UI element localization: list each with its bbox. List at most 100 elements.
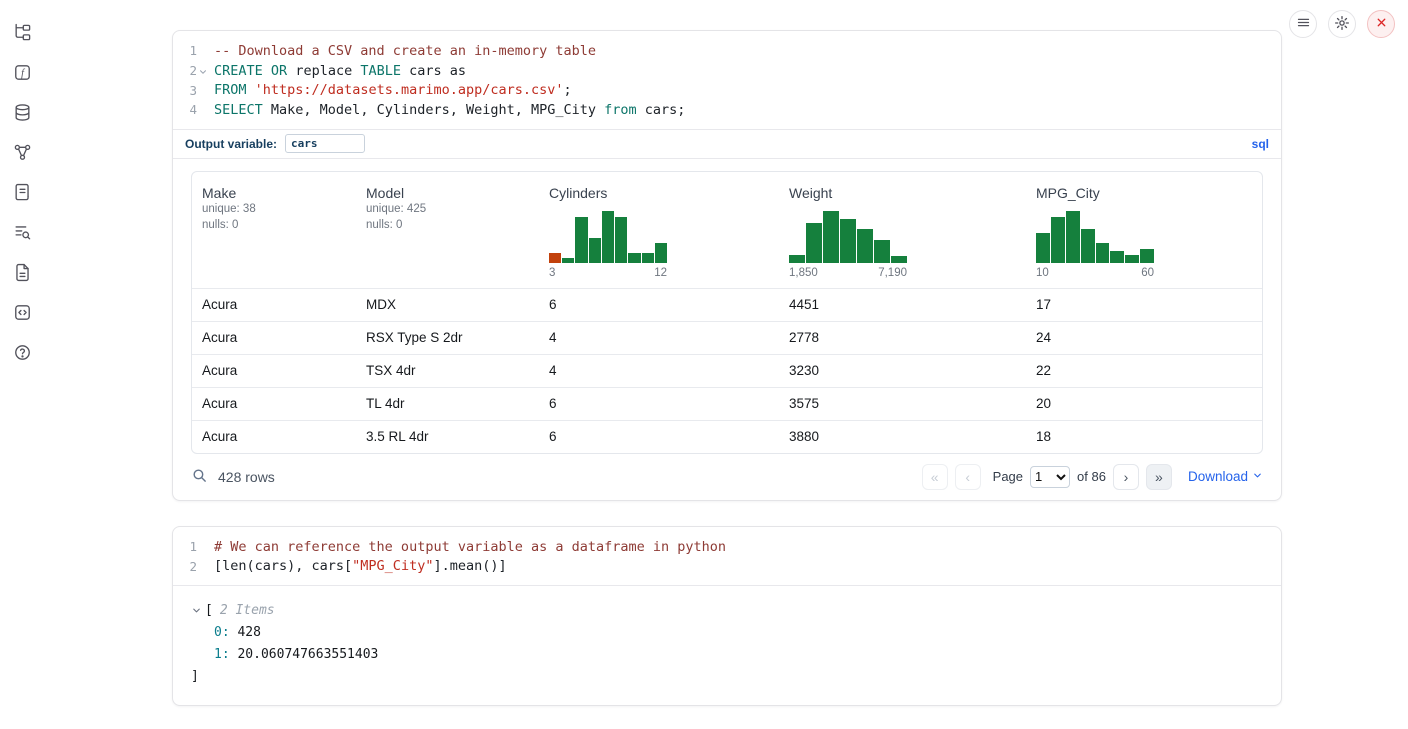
- items-count: 2 Items: [220, 603, 275, 618]
- column-header[interactable]: Weight1,8507,190: [779, 172, 1026, 288]
- page-select[interactable]: 1: [1030, 466, 1070, 488]
- sidebar-item-file-explorer[interactable]: [8, 22, 36, 46]
- table-row[interactable]: AcuraTSX 4dr4323022: [192, 354, 1262, 387]
- table-cell: 17: [1026, 297, 1262, 312]
- code-line: 1# We can reference the output variable …: [173, 537, 1281, 557]
- shutdown-button[interactable]: [1367, 10, 1395, 38]
- histogram-bar: [628, 253, 640, 263]
- table-cell: 3575: [779, 396, 1026, 411]
- result-table: Makeunique: 38nulls: 0Modelunique: 425nu…: [191, 171, 1263, 454]
- file-text-icon: [13, 263, 32, 285]
- histogram-axis: 1060: [1036, 267, 1154, 279]
- table-row[interactable]: AcuraMDX6445117: [192, 288, 1262, 321]
- histogram-bar: [549, 253, 561, 263]
- code-line: 1-- Download a CSV and create an in-memo…: [173, 41, 1281, 61]
- table-cell: 4451: [779, 297, 1026, 312]
- table-row[interactable]: AcuraTL 4dr6357520: [192, 387, 1262, 420]
- output-tree-root: [ 2 Items: [191, 599, 1263, 621]
- last-page-button[interactable]: »: [1146, 464, 1172, 490]
- row-count: 428 rows: [218, 469, 275, 485]
- table-cell: 6: [539, 396, 779, 411]
- sidebar-item-logs[interactable]: [8, 222, 36, 246]
- histogram-bar: [823, 211, 839, 263]
- menu-button[interactable]: [1289, 10, 1317, 38]
- output-variable-label: Output variable:: [185, 137, 277, 151]
- histogram-bar: [1125, 255, 1139, 263]
- settings-button[interactable]: [1328, 10, 1356, 38]
- sql-cell: 1-- Download a CSV and create an in-memo…: [172, 30, 1282, 501]
- output-tree-entry: 0: 428: [191, 621, 1263, 643]
- table-cell: 2778: [779, 330, 1026, 345]
- histogram-bar: [1081, 229, 1095, 263]
- python-cell: 1# We can reference the output variable …: [172, 526, 1282, 706]
- sidebar-item-dependency-graph[interactable]: [8, 142, 36, 166]
- table-cell: Acura: [192, 396, 356, 411]
- notebook-actions: [1289, 10, 1395, 38]
- table-cell: Acura: [192, 297, 356, 312]
- notebook: 1-- Download a CSV and create an in-memo…: [172, 30, 1282, 706]
- entry-key: 1:: [214, 647, 230, 662]
- download-button[interactable]: Download: [1188, 469, 1263, 484]
- sidebar-item-documentation[interactable]: [8, 262, 36, 286]
- sidebar-item-help[interactable]: [8, 342, 36, 366]
- histogram-bar: [789, 255, 805, 263]
- column-header[interactable]: Cylinders312: [539, 172, 779, 288]
- table-cell: 22: [1026, 363, 1262, 378]
- sql-code-editor[interactable]: 1-- Download a CSV and create an in-memo…: [173, 31, 1281, 129]
- column-header[interactable]: MPG_City 1060: [1026, 172, 1262, 288]
- prev-page-button[interactable]: ‹: [955, 464, 981, 490]
- sidebar-item-snippets[interactable]: [8, 302, 36, 326]
- table-cell: 20: [1026, 396, 1262, 411]
- dependency-graph-icon: [13, 143, 32, 165]
- next-page-button[interactable]: ›: [1113, 464, 1139, 490]
- table-cell: Acura: [192, 429, 356, 444]
- table-cell: Acura: [192, 330, 356, 345]
- python-code-editor[interactable]: 1# We can reference the output variable …: [173, 527, 1281, 585]
- page-label: Page: [993, 469, 1023, 484]
- fold-chevron-icon: [197, 108, 209, 111]
- column-histogram[interactable]: [549, 211, 667, 263]
- output-tree-entry: 1: 20.060747663551403: [191, 643, 1263, 665]
- entry-value: 428: [230, 625, 261, 640]
- table-cell: 3.5 RL 4dr: [356, 429, 539, 444]
- table-row[interactable]: Acura3.5 RL 4dr6388018: [192, 420, 1262, 453]
- table-cell: 6: [539, 297, 779, 312]
- column-header[interactable]: Makeunique: 38nulls: 0: [192, 172, 356, 288]
- table-cell: 3230: [779, 363, 1026, 378]
- column-header[interactable]: Modelunique: 425nulls: 0: [356, 172, 539, 288]
- scroll-icon: [13, 183, 32, 205]
- histogram-bar: [1110, 251, 1124, 263]
- fold-chevron-icon[interactable]: [197, 64, 209, 77]
- table-body: AcuraMDX6445117AcuraRSX Type S 2dr427782…: [192, 288, 1262, 453]
- fold-chevron-icon: [197, 49, 209, 52]
- table-row[interactable]: AcuraRSX Type S 2dr4277824: [192, 321, 1262, 354]
- sidebar-item-variables[interactable]: f: [8, 62, 36, 86]
- table-cell: MDX: [356, 297, 539, 312]
- line-number: 4: [173, 102, 197, 117]
- sidebar-item-data-sources[interactable]: [8, 102, 36, 126]
- code-line: 2CREATE OR replace TABLE cars as: [173, 61, 1281, 81]
- sidebar-item-outline[interactable]: [8, 182, 36, 206]
- search-button[interactable]: [191, 467, 208, 487]
- first-page-button[interactable]: «: [922, 464, 948, 490]
- file-explorer-icon: [13, 23, 32, 45]
- entry-key: 0:: [214, 625, 230, 640]
- output-variable-input[interactable]: [285, 134, 365, 153]
- histogram-bar: [642, 253, 654, 263]
- collapse-chevron-icon[interactable]: [191, 605, 205, 616]
- histogram-axis: 1,8507,190: [789, 267, 907, 279]
- histogram-bar: [602, 211, 614, 263]
- column-histogram[interactable]: [1036, 211, 1154, 263]
- histogram-bar: [589, 238, 601, 263]
- column-label: Make: [202, 185, 346, 201]
- svg-text:f: f: [21, 68, 26, 79]
- histogram-bar: [1140, 249, 1154, 263]
- histogram-bar: [1066, 211, 1080, 263]
- fold-chevron-icon: [197, 565, 209, 568]
- sidebar: f: [0, 0, 44, 729]
- fold-chevron-icon: [197, 545, 209, 548]
- line-number: 1: [173, 43, 197, 58]
- column-label: MPG_City: [1036, 185, 1252, 201]
- column-histogram[interactable]: [789, 211, 907, 263]
- table-cell: TSX 4dr: [356, 363, 539, 378]
